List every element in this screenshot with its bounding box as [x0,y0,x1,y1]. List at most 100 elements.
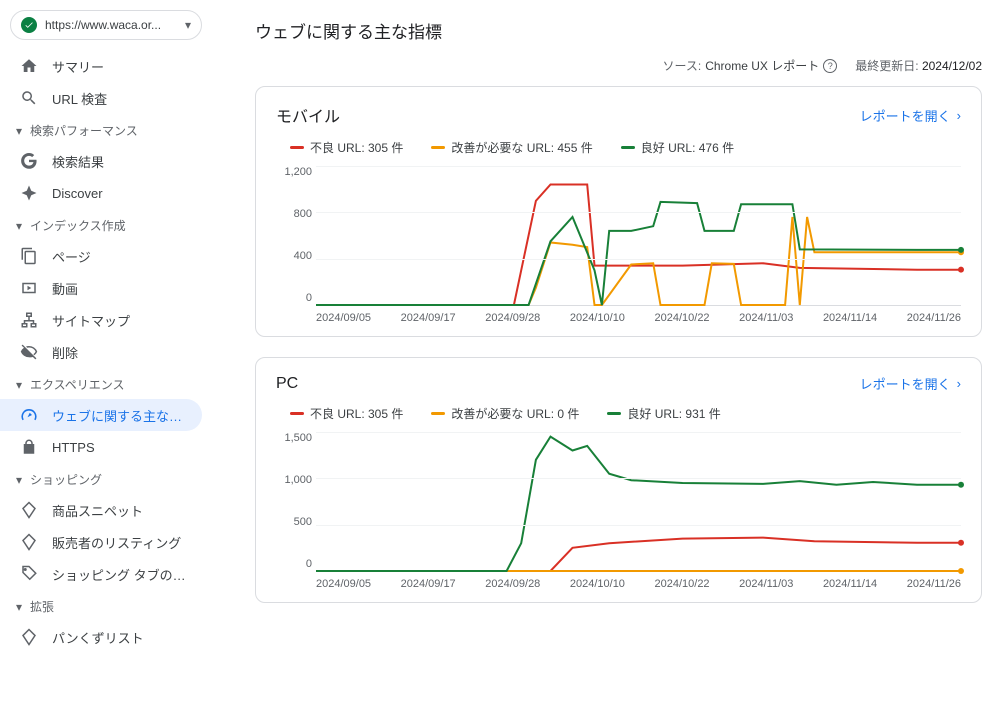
updated-label: 最終更新日: [855,59,918,73]
lock-icon [20,438,38,456]
section-shopping[interactable]: ▾ ショッピング [0,463,214,494]
legend-label: 不良 URL: 305 件 [310,405,403,422]
nav-shopping-tab[interactable]: ショッピング タブのリス... [0,558,202,590]
nav-label: ウェブに関する主な指標 [52,406,192,425]
chart-mobile: 1,2008004000 2024/09/052024/09/172024/09… [276,166,961,324]
help-icon[interactable]: ? [823,59,837,73]
legend-label: 改善が必要な URL: 455 件 [451,139,592,156]
nav-label: 商品スニペット [52,501,143,520]
section-search-perf[interactable]: ▾ 検索パフォーマンス [0,114,214,145]
y-axis: 1,5001,0005000 [274,432,312,570]
diamond-icon [20,533,38,551]
card-pc: PC レポートを開く › 不良 URL: 305 件 改善が必要な URL: 0… [255,357,982,603]
property-url: https://www.waca.or... [45,18,177,32]
nav-label: 動画 [52,279,78,298]
card-title: PC [276,375,298,393]
legend-swatch-good [621,146,635,149]
nav-search-results[interactable]: 検索結果 [0,145,202,177]
nav-https[interactable]: HTTPS [0,431,202,463]
nav-label: 販売者のリスティング [52,533,181,552]
nav-label: パンくずリスト [52,628,144,647]
meta-row: ソース: Chrome UX レポート ? 最終更新日: 2024/12/02 [255,57,982,74]
card-mobile: モバイル レポートを開く › 不良 URL: 305 件 改善が必要な URL:… [255,86,982,337]
y-axis: 1,2008004000 [274,166,312,304]
nav-removal[interactable]: 削除 [0,336,202,368]
section-label: 拡張 [30,598,54,615]
section-extensions[interactable]: ▾ 拡張 [0,590,214,621]
section-label: エクスペリエンス [30,376,125,393]
chevron-down-icon: ▾ [185,18,191,32]
nav-summary[interactable]: サマリー [0,50,202,82]
source-label: ソース: [662,57,701,74]
nav-core-web-vitals[interactable]: ウェブに関する主な指標 [0,399,202,431]
tag-icon [20,565,38,583]
nav-label: 削除 [52,343,78,362]
updated-value: 2024/12/02 [922,59,982,73]
nav-merchant-listing[interactable]: 販売者のリスティング [0,526,202,558]
nav-label: サイトマップ [52,311,130,330]
legend-label: 良好 URL: 931 件 [627,405,720,422]
legend-label: 改善が必要な URL: 0 件 [451,405,579,422]
open-report-button[interactable]: レポートを開く › [860,106,961,125]
diamond-icon [20,628,38,646]
source-value[interactable]: Chrome UX レポート [705,57,819,74]
chart-pc: 1,5001,0005000 2024/09/052024/09/172024/… [276,432,961,590]
google-icon [20,152,38,170]
plot-area [316,166,961,306]
legend-swatch-poor [290,146,304,149]
legend-swatch-ni [431,146,445,149]
nav-video[interactable]: 動画 [0,272,202,304]
nav-label: ページ [52,247,91,266]
chart-legend: 不良 URL: 305 件 改善が必要な URL: 0 件 良好 URL: 93… [290,405,961,422]
plot-area [316,432,961,572]
nav-label: 検索結果 [52,152,104,171]
nav-discover[interactable]: Discover [0,177,202,209]
chevron-right-icon: › [957,108,961,123]
nav-sitemap[interactable]: サイトマップ [0,304,202,336]
nav-label: サマリー [52,57,104,76]
chevron-right-icon: › [957,376,961,391]
x-axis: 2024/09/052024/09/172024/09/282024/10/10… [316,572,961,590]
nav-label: ショッピング タブのリス... [52,565,192,584]
nav-url-inspect[interactable]: URL 検査 [0,82,202,114]
chevron-down-icon: ▾ [14,124,24,138]
legend-swatch-poor [290,412,304,415]
open-report-label: レポートを開く [860,106,951,125]
legend-label: 良好 URL: 476 件 [641,139,734,156]
video-icon [20,279,38,297]
property-verified-icon [21,17,37,33]
sidebar: https://www.waca.or... ▾ サマリー URL 検査 ▾ 検… [0,0,215,722]
legend-swatch-good [607,412,621,415]
pages-icon [20,247,38,265]
nav-label: URL 検査 [52,89,107,108]
nav-label: Discover [52,186,103,201]
home-icon [20,57,38,75]
chart-legend: 不良 URL: 305 件 改善が必要な URL: 455 件 良好 URL: … [290,139,961,156]
main-content: ウェブに関する主な指標 ソース: Chrome UX レポート ? 最終更新日:… [215,0,1000,722]
search-icon [20,89,38,107]
x-axis: 2024/09/052024/09/172024/09/282024/10/10… [316,306,961,324]
open-report-button[interactable]: レポートを開く › [860,374,961,393]
chevron-down-icon: ▾ [14,473,24,487]
property-selector[interactable]: https://www.waca.or... ▾ [10,10,202,40]
open-report-label: レポートを開く [860,374,951,393]
section-indexing[interactable]: ▾ インデックス作成 [0,209,214,240]
chevron-down-icon: ▾ [14,219,24,233]
section-experience[interactable]: ▾ エクスペリエンス [0,368,214,399]
chevron-down-icon: ▾ [14,600,24,614]
legend-label: 不良 URL: 305 件 [310,139,403,156]
nav-product-snippet[interactable]: 商品スニペット [0,494,202,526]
section-label: 検索パフォーマンス [30,122,138,139]
section-label: ショッピング [30,471,102,488]
section-label: インデックス作成 [30,217,126,234]
legend-swatch-ni [431,412,445,415]
nav-label: HTTPS [52,440,95,455]
speedometer-icon [20,406,38,424]
card-title: モバイル [276,103,340,127]
sitemap-icon [20,311,38,329]
chevron-down-icon: ▾ [14,378,24,392]
discover-icon [20,184,38,202]
page-title: ウェブに関する主な指標 [255,18,982,43]
nav-pages[interactable]: ページ [0,240,202,272]
nav-breadcrumb[interactable]: パンくずリスト [0,621,202,653]
